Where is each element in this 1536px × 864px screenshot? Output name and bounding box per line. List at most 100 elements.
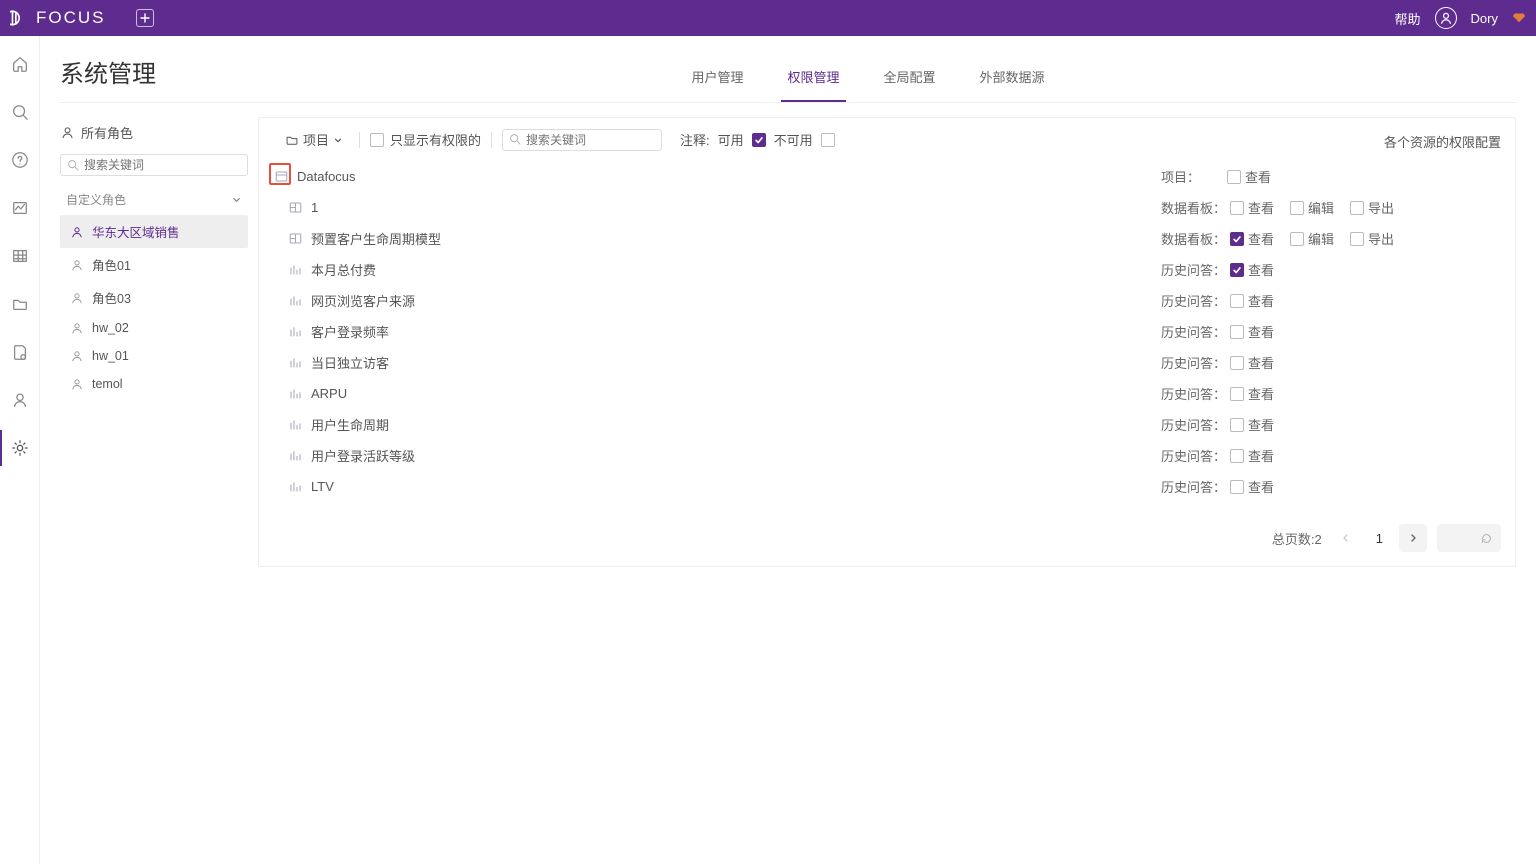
user-icon <box>70 349 84 363</box>
perm-checkbox[interactable] <box>1230 449 1244 463</box>
resource-name: ARPU <box>311 386 347 401</box>
role-search-box[interactable] <box>60 154 248 176</box>
resource-search-box[interactable] <box>502 129 662 151</box>
role-label: 角色01 <box>92 255 131 274</box>
new-button[interactable] <box>136 9 154 27</box>
perm-checkbox[interactable] <box>1230 232 1244 246</box>
perm-option[interactable]: 查看 <box>1230 446 1274 465</box>
perm-opt-label: 查看 <box>1248 229 1274 248</box>
perm-option[interactable]: 查看 <box>1227 167 1271 186</box>
resource-row[interactable]: 用户登录活跃等级 <box>273 440 1161 471</box>
perm-checkbox[interactable] <box>1230 263 1244 277</box>
folder-icon <box>285 133 299 147</box>
role-item[interactable]: 角色01 <box>60 248 248 281</box>
perm-option[interactable]: 查看 <box>1230 477 1274 496</box>
only-permission-checkbox[interactable] <box>370 133 384 147</box>
perm-checkbox[interactable] <box>1290 232 1304 246</box>
perm-option[interactable]: 查看 <box>1230 415 1274 434</box>
perm-checkbox[interactable] <box>1230 387 1244 401</box>
username[interactable]: Dory <box>1471 11 1498 26</box>
resource-row[interactable]: 网页浏览客户来源 <box>273 285 1161 316</box>
perm-checkbox[interactable] <box>1230 325 1244 339</box>
help-link[interactable]: 帮助 <box>1395 9 1421 28</box>
perm-checkbox[interactable] <box>1350 232 1364 246</box>
perm-checkbox[interactable] <box>1230 294 1244 308</box>
resource-row[interactable]: LTV <box>273 471 1161 502</box>
perm-opt-label: 查看 <box>1245 167 1271 186</box>
permission-row: 数据看板：查看编辑导出 <box>1161 192 1501 223</box>
resource-row[interactable]: ARPU <box>273 378 1161 409</box>
avatar-icon[interactable] <box>1435 7 1457 29</box>
perm-option[interactable]: 查看 <box>1230 260 1274 279</box>
perm-type-label: 历史问答： <box>1161 384 1226 403</box>
resource-row[interactable]: 预置客户生命周期模型 <box>273 223 1161 254</box>
resource-row[interactable]: Datafocus <box>273 161 1161 192</box>
tab-1[interactable]: 权限管理 <box>781 61 845 102</box>
project-filter[interactable]: 项目 <box>279 128 349 151</box>
rail-settings[interactable] <box>10 438 30 458</box>
perm-option[interactable]: 导出 <box>1350 229 1394 248</box>
role-search-input[interactable] <box>84 158 241 172</box>
perm-option[interactable]: 查看 <box>1230 198 1274 217</box>
chart-icon <box>287 448 303 463</box>
pager-jump-box[interactable] <box>1437 524 1501 552</box>
perm-checkbox[interactable] <box>1230 480 1244 494</box>
resource-row[interactable]: 本月总付费 <box>273 254 1161 285</box>
resource-search-input[interactable] <box>526 133 655 147</box>
perm-option[interactable]: 查看 <box>1230 291 1274 310</box>
role-item[interactable]: 华东大区域销售 <box>60 215 248 248</box>
rail-search[interactable] <box>10 102 30 122</box>
perm-option[interactable]: 查看 <box>1230 229 1274 248</box>
perm-option[interactable]: 导出 <box>1350 198 1394 217</box>
perm-checkbox[interactable] <box>1290 201 1304 215</box>
perm-opt-label: 编辑 <box>1308 229 1334 248</box>
perm-option[interactable]: 编辑 <box>1290 229 1334 248</box>
chart-icon <box>287 355 303 370</box>
legend: 注释: 可用 不可用 <box>680 130 835 149</box>
rail-table[interactable] <box>10 246 30 266</box>
legend-usable-checkbox <box>752 133 766 147</box>
rail-data[interactable] <box>10 342 30 362</box>
permission-row: 历史问答：查看 <box>1161 378 1501 409</box>
resource-row[interactable]: 1 <box>273 192 1161 223</box>
perm-checkbox[interactable] <box>1230 418 1244 432</box>
perm-option[interactable]: 查看 <box>1230 322 1274 341</box>
role-item[interactable]: hw_01 <box>60 342 248 370</box>
rail-help[interactable] <box>10 150 30 170</box>
rail-home[interactable] <box>10 54 30 74</box>
pager-next-button[interactable] <box>1399 524 1427 552</box>
rail-chart[interactable] <box>10 198 30 218</box>
role-item[interactable]: 角色03 <box>60 281 248 314</box>
perm-option[interactable]: 查看 <box>1230 353 1274 372</box>
role-item[interactable]: hw_02 <box>60 314 248 342</box>
perm-type-label: 历史问答： <box>1161 260 1226 279</box>
resource-name: 客户登录频率 <box>311 322 389 341</box>
perm-opt-label: 查看 <box>1248 322 1274 341</box>
resource-name: 用户生命周期 <box>311 415 389 434</box>
perm-opt-label: 查看 <box>1248 415 1274 434</box>
perm-checkbox[interactable] <box>1350 201 1364 215</box>
role-group-label: 自定义角色 <box>66 191 126 208</box>
role-item[interactable]: temol <box>60 370 248 398</box>
resource-row[interactable]: 当日独立访客 <box>273 347 1161 378</box>
permission-row: 数据看板：查看编辑导出 <box>1161 223 1501 254</box>
only-permission-toggle[interactable]: 只显示有权限的 <box>370 130 481 149</box>
rail-folder[interactable] <box>10 294 30 314</box>
resource-row[interactable]: 用户生命周期 <box>273 409 1161 440</box>
pager-prev-button[interactable] <box>1332 524 1360 552</box>
perm-checkbox[interactable] <box>1230 201 1244 215</box>
role-group-header[interactable]: 自定义角色 <box>60 186 248 213</box>
rail-users[interactable] <box>10 390 30 410</box>
top-bar: FOCUS 帮助 Dory <box>0 0 1536 36</box>
tab-2[interactable]: 全局配置 <box>878 61 942 102</box>
perm-checkbox[interactable] <box>1227 170 1241 184</box>
plus-icon <box>139 12 151 24</box>
perm-checkbox[interactable] <box>1230 356 1244 370</box>
tab-3[interactable]: 外部数据源 <box>974 61 1051 102</box>
tab-0[interactable]: 用户管理 <box>685 61 749 102</box>
perm-option[interactable]: 编辑 <box>1290 198 1334 217</box>
pager-total: 总页数:2 <box>1272 529 1322 548</box>
resource-row[interactable]: 客户登录频率 <box>273 316 1161 347</box>
permission-row: 历史问答：查看 <box>1161 440 1501 471</box>
perm-option[interactable]: 查看 <box>1230 384 1274 403</box>
